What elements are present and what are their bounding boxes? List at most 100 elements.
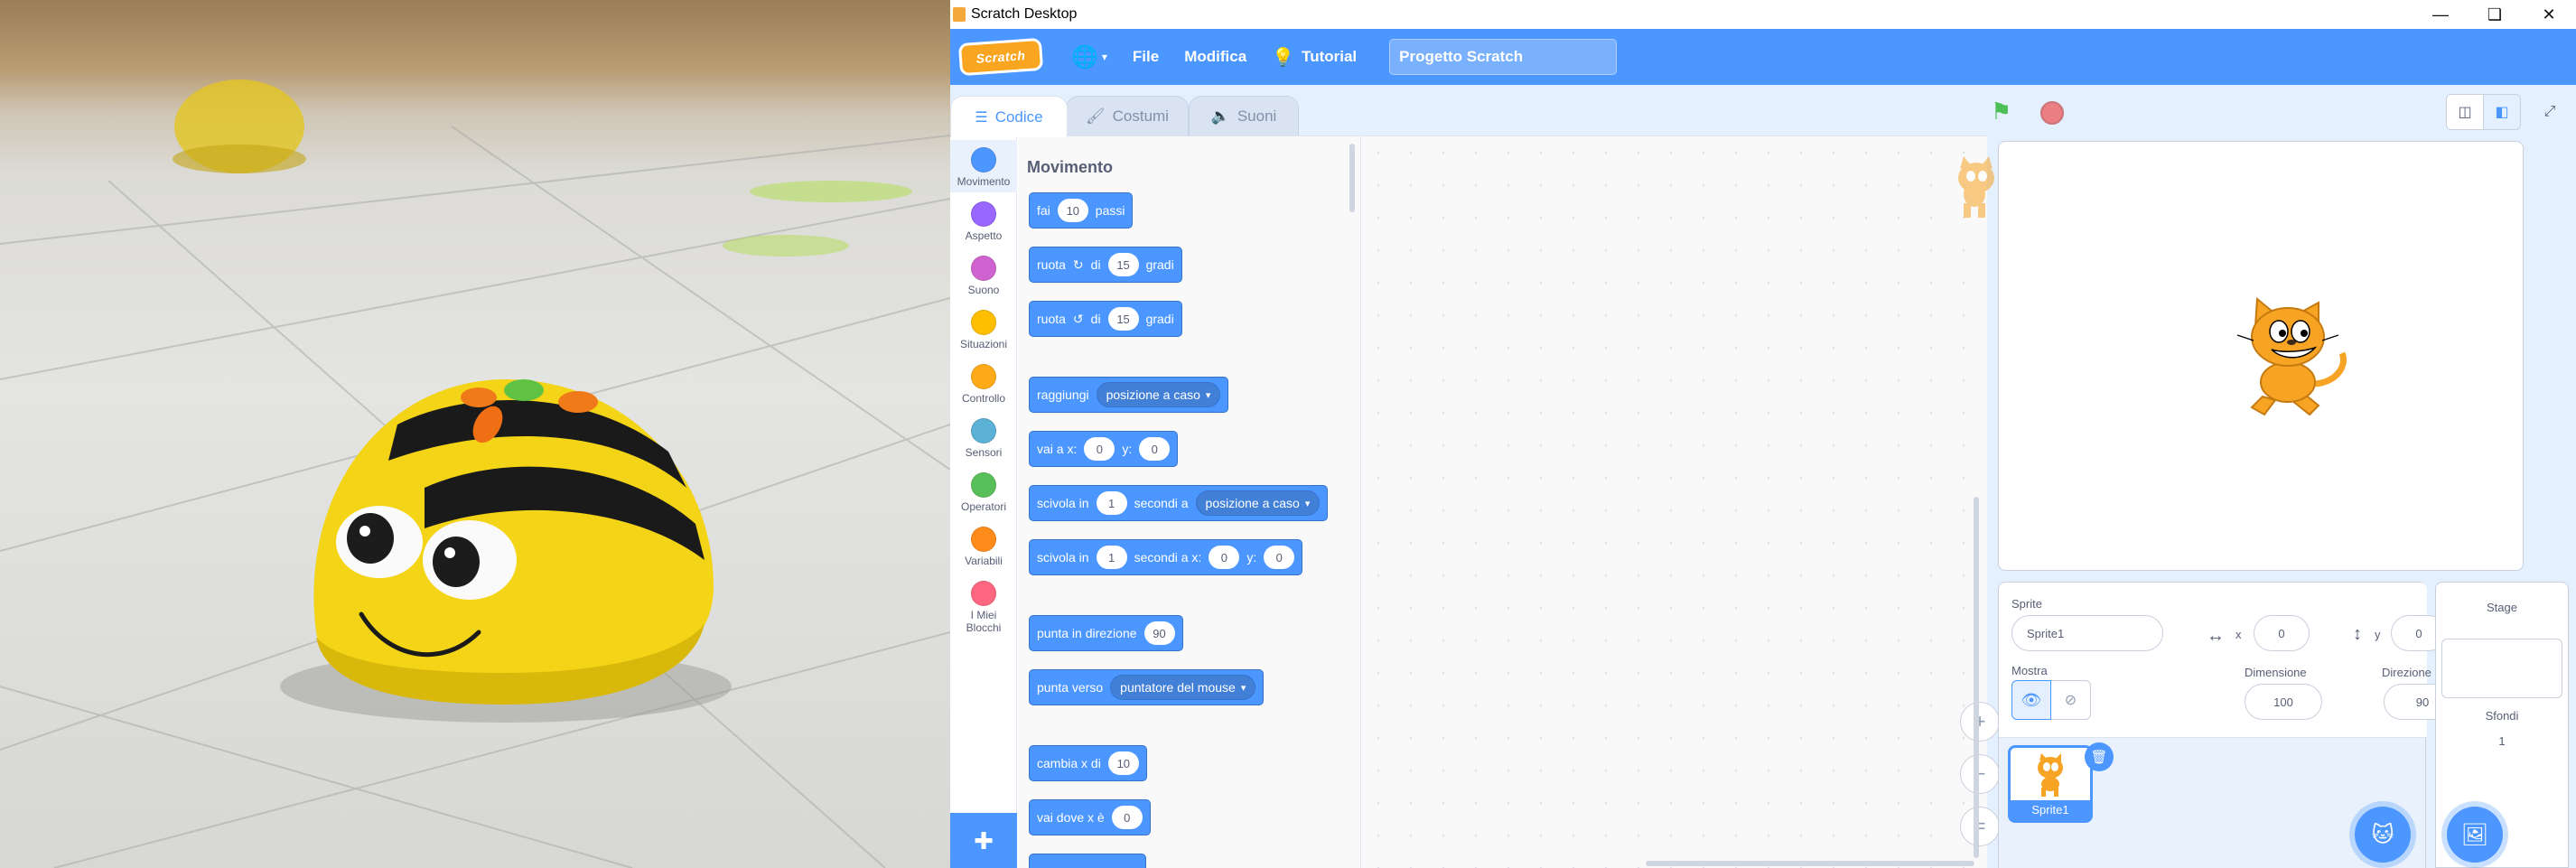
block-text: y: (1122, 442, 1133, 456)
hide-sprite-button[interactable]: ⊘ (2051, 680, 2091, 720)
size-input[interactable]: 100 (2245, 684, 2322, 720)
add-extension-button[interactable]: ✚ (950, 813, 1017, 868)
category-variables[interactable]: Variabili (950, 527, 1017, 567)
x-position-input[interactable]: 0 (2254, 615, 2310, 651)
block-move-steps[interactable]: fai 10 passi (1029, 192, 1134, 229)
file-menu[interactable]: File (1120, 29, 1171, 85)
restore-button[interactable]: ❏ (2468, 0, 2522, 29)
degrees-input[interactable]: 15 (1107, 253, 1139, 276)
workspace-vertical-scrollbar[interactable] (1974, 497, 1979, 858)
block-goto-xy[interactable]: vai a x: 0 y: 0 (1029, 431, 1179, 467)
target-dropdown[interactable]: posizione a caso (1096, 382, 1221, 407)
tutorial-menu[interactable]: 💡 Tutorial (1259, 29, 1369, 85)
large-stage-button[interactable]: ◧ (2483, 94, 2521, 130)
code-editor: Movimento Aspetto Suono Situazioni Contr… (950, 135, 2000, 868)
add-backdrop-button[interactable]: 🖼 (2447, 807, 2503, 863)
small-stage-button[interactable]: ◫ (2446, 94, 2484, 130)
x-input[interactable]: 0 (1111, 806, 1143, 829)
block-text: y: (1246, 550, 1257, 565)
block-change-x[interactable]: cambia x di 10 (1029, 745, 1147, 781)
add-sprite-button[interactable]: 🐱 (2355, 807, 2411, 863)
tab-costumes[interactable]: 🖌 Costumi (1066, 96, 1189, 135)
block-glide-to[interactable]: scivola in 1 secondi a posizione a caso (1029, 485, 1329, 521)
control-dot (971, 364, 996, 389)
category-control[interactable]: Controllo (950, 364, 1017, 405)
y-input[interactable]: 0 (1264, 546, 1295, 569)
project-title-input[interactable]: Progetto Scratch (1389, 39, 1618, 75)
tab-code-label: Codice (994, 107, 1043, 126)
direction-input[interactable]: 90 (1143, 621, 1175, 645)
globe-icon: 🌐 (1071, 44, 1098, 70)
show-sprite-button[interactable]: 👁 (2011, 680, 2051, 720)
script-area[interactable]: + − = (1362, 136, 2000, 868)
x-label: x (2235, 628, 2242, 641)
block-text: fai (1037, 203, 1050, 218)
category-sensing[interactable]: Sensori (950, 418, 1017, 459)
green-flag-button[interactable]: ⚑ (1991, 98, 2011, 126)
category-operators[interactable]: Operatori (950, 472, 1017, 513)
degrees-input[interactable]: 15 (1107, 307, 1139, 331)
close-button[interactable]: ✕ (2522, 0, 2576, 29)
y-input[interactable]: 0 (1139, 437, 1171, 461)
zoom-in-button[interactable]: + (1960, 702, 2000, 742)
minimize-button[interactable]: — (2413, 0, 2468, 29)
sprite-thumbnail[interactable]: Sprite1 🗑 (2008, 742, 2114, 823)
delete-sprite-button[interactable]: 🗑 (2085, 742, 2114, 771)
palette-title: Movimento (1027, 158, 1114, 176)
target-dropdown[interactable]: posizione a caso (1195, 490, 1321, 516)
language-menu[interactable]: 🌐 ▾ (1059, 29, 1120, 85)
stage-pane: Stage Sfondi 1 🖼 (2435, 582, 2569, 868)
category-events[interactable]: Situazioni (950, 310, 1017, 350)
steps-input[interactable]: 10 (1057, 199, 1088, 222)
x-input[interactable]: 0 (1084, 437, 1115, 461)
looks-dot (971, 201, 996, 227)
category-label: Operatori (960, 500, 1007, 513)
y-label: y (2375, 628, 2381, 641)
zoom-out-button[interactable]: − (1960, 754, 2000, 794)
block-text: punta in direzione (1037, 626, 1137, 640)
category-my-blocks[interactable]: I Miei Blocchi (950, 581, 1017, 634)
variables-dot (971, 527, 996, 552)
seconds-input[interactable]: 1 (1096, 546, 1127, 569)
tab-code[interactable]: ☰ Codice (950, 96, 1068, 137)
block-point-direction[interactable]: punta in direzione 90 (1029, 615, 1183, 651)
block-set-x[interactable]: vai dove x è 0 (1029, 799, 1151, 835)
stage[interactable] (1998, 141, 2524, 571)
palette-scrollbar[interactable] (1349, 144, 1355, 212)
block-partial[interactable] (1029, 854, 1146, 868)
menu-bar: Scratch 🌐 ▾ File Modifica 💡 Tutorial Pro… (950, 29, 2576, 85)
cat-sprite[interactable] (2235, 295, 2357, 422)
x-input[interactable]: 10 (1107, 751, 1139, 775)
seconds-input[interactable]: 1 (1096, 491, 1127, 515)
block-text: punta verso (1037, 680, 1104, 695)
category-label: I Miei Blocchi (966, 609, 1002, 634)
block-turn-right[interactable]: ruota ↻ di 15 gradi (1029, 247, 1182, 283)
extension-icon: ✚ (974, 826, 994, 854)
category-sound[interactable]: Suono (950, 256, 1017, 296)
sprite-name-input[interactable]: Sprite1 (2011, 615, 2163, 651)
category-menu: Movimento Aspetto Suono Situazioni Contr… (950, 136, 1017, 868)
category-looks[interactable]: Aspetto (950, 201, 1017, 242)
target-dropdown[interactable]: puntatore del mouse (1110, 675, 1256, 700)
block-glide-xy[interactable]: scivola in 1 secondi a x: 0 y: 0 (1029, 539, 1303, 575)
workspace-horizontal-scrollbar[interactable] (1646, 861, 1974, 866)
tab-sounds[interactable]: 🔈 Suoni (1189, 96, 1299, 135)
x-input[interactable]: 0 (1209, 546, 1240, 569)
stop-button[interactable] (2040, 101, 2064, 125)
category-label: Sensori (965, 446, 1003, 459)
fullscreen-button[interactable]: ⤢ (2531, 94, 2569, 130)
category-label: Situazioni (959, 338, 1008, 350)
stage-thumbnail[interactable] (2441, 639, 2562, 698)
category-motion[interactable]: Movimento (950, 140, 1017, 192)
app-icon (953, 7, 966, 22)
sprite-thumbnail-name: Sprite1 (2011, 800, 2090, 820)
zoom-reset-button[interactable]: = (1960, 807, 2000, 846)
window-title: Scratch Desktop (971, 6, 1078, 22)
speaker-icon: 🔈 (1210, 107, 1230, 125)
block-turn-left[interactable]: ruota ↺ di 15 gradi (1029, 301, 1182, 337)
edit-menu[interactable]: Modifica (1171, 29, 1259, 85)
block-goto[interactable]: raggiungi posizione a caso (1029, 377, 1229, 413)
scratch-logo[interactable]: Scratch (957, 37, 1044, 77)
block-text: vai dove x è (1037, 810, 1105, 825)
block-point-towards[interactable]: punta verso puntatore del mouse (1029, 669, 1265, 705)
